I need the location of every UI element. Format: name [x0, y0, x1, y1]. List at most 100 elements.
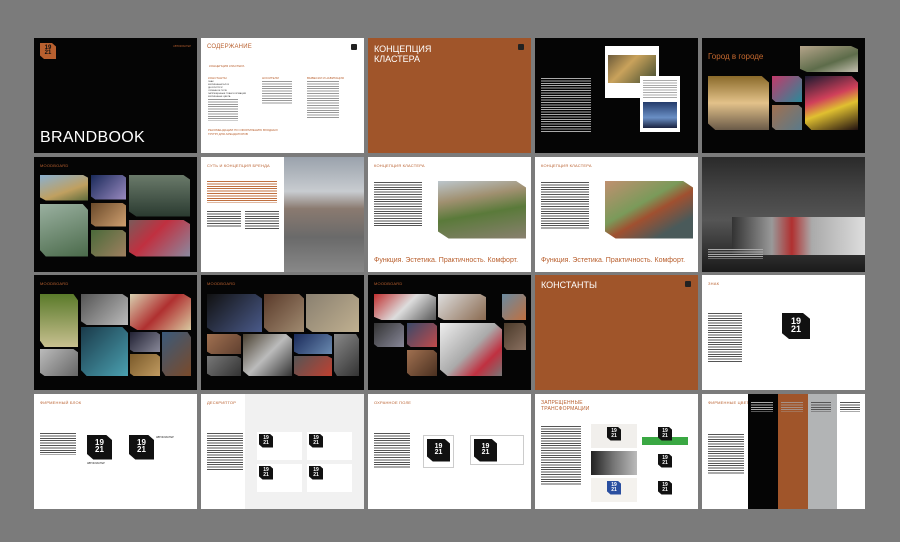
slide-sign[interactable]: ЗНАК 19 21 — [702, 275, 865, 390]
example: 19 21 — [642, 478, 688, 502]
slide-title: Город в городе — [708, 52, 764, 61]
cover-title: BRANDBOOK — [40, 129, 145, 146]
lead-text — [207, 180, 277, 203]
slide-concept-cover[interactable]: КОНЦЕПЦИЯ КЛАСТЕРА — [368, 38, 531, 153]
slogan: Функция. Эстетика. Практичность. Комфорт… — [374, 256, 519, 264]
body-text — [40, 432, 76, 455]
slide-brand-colors[interactable]: ФИРМЕННЫЕ ЦВЕТА — [702, 393, 865, 509]
slide-title: MOODBOARD — [40, 162, 69, 168]
examples-panel: 19 21 19 21 19 21 19 21 — [245, 393, 364, 509]
slide-forbidden[interactable]: ЗАПРЕЩЕННЫЕ ТРАНСФОРМАЦИИ 19 21 19 21 19 21… — [535, 393, 698, 509]
slide-moodboard-4[interactable]: MOODBOARD — [368, 275, 531, 390]
example — [591, 450, 637, 475]
mini-logo-icon — [351, 44, 357, 50]
color-swatch-white — [837, 393, 865, 509]
safe-zone-frame: 19 21 — [423, 434, 454, 468]
cover-tag: АВТОКЛАСТЕР — [173, 45, 191, 48]
safe-zone-frame: 19 21 — [470, 434, 524, 465]
slide-moodboard-3[interactable]: MOODBOARD — [201, 275, 364, 390]
photo — [800, 46, 858, 72]
photo — [438, 180, 526, 239]
slide-concept-1[interactable]: КОНЦЕПЦИЯ КЛАСТЕРА Функция. Эстетика. Пр… — [368, 156, 531, 272]
caption-text — [708, 248, 763, 259]
body-text — [541, 181, 589, 230]
slide-toc[interactable]: СОДЕРЖАНИЕ КОНЦЕПЦИЯ КЛАСТЕРА КОНСТАНТЫ … — [201, 38, 364, 153]
slide-moodboard-1[interactable]: MOODBOARD — [34, 156, 197, 272]
photo — [605, 180, 693, 239]
body-text — [541, 78, 591, 133]
brand-logo: 19 21 — [782, 313, 810, 339]
slide-cover[interactable]: 19 21 АВТОКЛАСТЕР BRANDBOOK — [34, 38, 197, 153]
slide-showroom[interactable] — [702, 156, 865, 272]
slide-title: ФИРМЕННЫЕ ЦВЕТА — [708, 399, 752, 405]
slide-title: ФИРМЕННЫЙ БЛОК — [40, 399, 82, 405]
slide-title: КОНЦЕПЦИЯ КЛАСТЕРА — [374, 162, 425, 168]
body-text — [374, 432, 410, 469]
slide-title: КОНЦЕПЦИЯ КЛАСТЕРА — [541, 162, 592, 168]
descriptor-text: АВТОКЛАСТЕР — [156, 435, 174, 439]
logo-bottom: 21 — [44, 50, 52, 56]
brand-logo: 19 21 — [40, 43, 56, 59]
reference-photo — [643, 102, 677, 128]
color-swatch-rust — [778, 393, 808, 509]
mini-logo-icon — [518, 44, 524, 50]
slide-constants-cover[interactable]: КОНСТАНТЫ — [535, 275, 698, 390]
body-text — [708, 433, 744, 474]
color-swatch-black — [748, 393, 778, 509]
photo — [772, 76, 802, 102]
slide-brand-block[interactable]: ФИРМЕННЫЙ БЛОК 19 21 АВТОКЛАСТЕР 19 21 АВТ… — [34, 393, 197, 509]
toc-section-carriers[interactable]: НОСИТЕЛИ — [262, 76, 279, 80]
slogan: Функция. Эстетика. Практичность. Комфорт… — [541, 256, 686, 264]
body-text — [541, 425, 581, 486]
brand-logo: 19 21 — [129, 434, 154, 460]
body-text — [207, 432, 243, 471]
logo-bottom: 21 — [95, 445, 104, 454]
body-text — [708, 313, 742, 363]
photo — [708, 76, 769, 130]
slide-descriptor[interactable]: ДЕСКРИПТОР 19 21 19 21 19 21 19 21 — [201, 393, 364, 509]
photo — [772, 105, 802, 130]
slide-concept-2[interactable]: КОНЦЕПЦИЯ КЛАСТЕРА Функция. Эстетика. Пр… — [535, 156, 698, 272]
toc-constants-list: ЗНАК ФИРМЕННЫЙ БЛОК ДЕСКРИПТОР ОХРАННОЕ … — [208, 81, 246, 99]
slide-title: СУТЬ И КОНЦЕПЦИЯ БРЕНДА — [207, 162, 270, 168]
section-title: КОНСТАНТЫ — [541, 280, 598, 290]
color-swatch-gray — [808, 393, 837, 509]
section-title: КОНЦЕПЦИЯ КЛАСТЕРА — [374, 44, 432, 64]
body-text — [245, 210, 279, 229]
toc-recommendations[interactable]: РЕКОМЕНДАЦИИ ПО ОФОРМЛЕНИЮ ВХОДНЫХ ГРУПП… — [208, 128, 283, 136]
example: 19 21 — [642, 423, 688, 448]
slide-safe-zone[interactable]: ОХРАННОЕ ПОЛЕ 19 21 19 21 — [368, 393, 531, 509]
slide-city-in-city[interactable]: Город в городе — [702, 38, 865, 153]
slide-grid: 19 21 АВТОКЛАСТЕР BRANDBOOK СОДЕРЖАНИЕ КО… — [34, 38, 865, 509]
body-text — [207, 210, 241, 227]
toc-title: СОДЕРЖАНИЕ — [207, 44, 252, 50]
slide-title: ДЕСКРИПТОР — [207, 399, 237, 405]
toc-carriers-list — [262, 81, 292, 105]
example: 19 21 — [591, 477, 637, 502]
photo — [805, 76, 858, 130]
slide-brand-essence[interactable]: СУТЬ И КОНЦЕПЦИЯ БРЕНДА — [201, 156, 364, 272]
slide-title: MOODBOARD — [40, 281, 69, 286]
slide-title: MOODBOARD — [207, 281, 236, 286]
slide-title: ОХРАННОЕ ПОЛЕ — [374, 399, 412, 405]
body-text — [374, 181, 422, 227]
street-photo — [284, 156, 364, 272]
descriptor-text: АВТОКЛАСТЕР — [87, 461, 105, 465]
example: 19 21 — [591, 423, 637, 448]
brand-logo: 19 21 — [87, 434, 112, 460]
toc-signage-list — [307, 81, 339, 119]
slide-title: MOODBOARD — [374, 281, 403, 286]
logo-bottom: 21 — [790, 324, 801, 334]
toc-section-signage[interactable]: ВЫВЕСКИ И НАВИГАЦИЯ — [307, 76, 344, 80]
toc-concept[interactable]: КОНЦЕПЦИЯ КЛАСТЕРА — [209, 64, 244, 68]
toc-more-items — [208, 99, 238, 121]
toc-section-constants[interactable]: КОНСТАНТЫ — [208, 76, 227, 80]
slide-title: ЗНАК — [708, 281, 720, 286]
logo-bottom: 21 — [137, 445, 146, 454]
slide-title: ЗАПРЕЩЕННЫЕ ТРАНСФОРМАЦИИ — [541, 399, 590, 412]
slide-city-references[interactable] — [535, 38, 698, 153]
reference-card — [640, 76, 680, 132]
slide-moodboard-2[interactable]: MOODBOARD — [34, 275, 197, 390]
example: 19 21 — [642, 451, 688, 475]
mini-logo-icon — [685, 281, 691, 287]
